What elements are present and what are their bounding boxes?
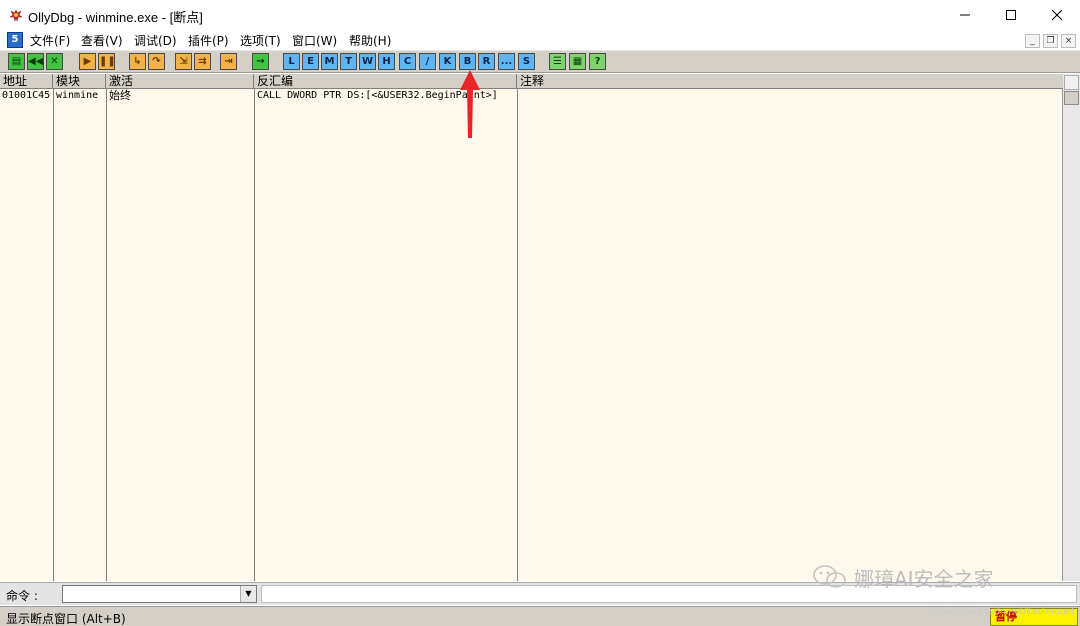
column-header-comment[interactable]: 注释 (517, 74, 1063, 89)
source-window-button[interactable]: S (518, 53, 535, 70)
wechat-icon (813, 565, 846, 588)
toolbar: ▤ ◀◀ ✕ ▶ ❚❚ ↳ ↷ ⇲ ⇉ ⇥ → L E M T W H C / … (0, 51, 1080, 73)
column-divider (517, 89, 518, 581)
trace-over-icon: ⇉ (198, 56, 207, 67)
open-button[interactable]: ▤ (8, 53, 25, 70)
column-divider (53, 89, 54, 581)
command-input[interactable]: ▼ (62, 585, 257, 603)
cpu-window-button[interactable]: C (399, 53, 416, 70)
maximize-button[interactable] (988, 0, 1034, 30)
references-window-button[interactable]: R (478, 53, 495, 70)
scroll-thumb[interactable] (1064, 91, 1079, 105)
step-over-icon: ↷ (152, 56, 161, 67)
menu-bar: 5 文件(F) 查看(V) 调试(D) 插件(P) 选项(T) 窗口(W) 帮助… (0, 30, 1080, 51)
restart-button[interactable]: ◀◀ (27, 53, 44, 70)
pause-button[interactable]: ❚❚ (98, 53, 115, 70)
column-header-active[interactable]: 激活 (106, 74, 254, 89)
menu-view[interactable]: 查看(V) (81, 32, 123, 49)
windows-window-button[interactable]: W (359, 53, 376, 70)
watermark: 娜璋AI安全之家 (812, 562, 994, 592)
column-divider (106, 89, 107, 581)
table-header: 地址 模块 激活 反汇编 注释 (0, 74, 1063, 89)
restore-icon: ❐ (1046, 36, 1055, 46)
threads-window-button[interactable]: T (340, 53, 357, 70)
command-dropdown-button[interactable]: ▼ (240, 586, 256, 602)
goto-button[interactable]: → (252, 53, 269, 70)
menu-plugins[interactable]: 插件(P) (188, 32, 229, 49)
close-program-button[interactable]: ✕ (46, 53, 63, 70)
annotation-arrow-icon (460, 70, 480, 138)
menu-file[interactable]: 文件(F) (30, 32, 70, 49)
menu-options[interactable]: 选项(T) (240, 32, 281, 49)
breakpoints-window-button[interactable]: B (459, 53, 476, 70)
watermark-text: 娜璋AI安全之家 (854, 566, 994, 591)
help-button[interactable]: ? (589, 53, 606, 70)
list-icon: ☰ (553, 56, 562, 67)
child-minimize-button[interactable]: _ (1025, 34, 1040, 48)
window-title: OllyDbg - winmine.exe - [断点] (28, 10, 203, 25)
minimize-icon (960, 14, 970, 16)
pause-icon: ❚❚ (99, 56, 115, 67)
scroll-up-button[interactable] (1064, 75, 1079, 90)
menu-window[interactable]: 窗口(W) (292, 32, 337, 49)
close-icon: ✕ (50, 56, 59, 67)
chevron-down-icon: ▼ (245, 589, 252, 598)
run-button[interactable]: ▶ (79, 53, 96, 70)
child-close-button[interactable]: × (1061, 34, 1076, 48)
status-bar: 显示断点窗口 (Alt+B) 暂停 (0, 606, 1080, 626)
cell-address[interactable]: 01001C45 (0, 90, 50, 102)
trace-into-icon: ⇲ (179, 56, 188, 67)
return-icon: ⇥ (224, 56, 233, 67)
vertical-scrollbar[interactable] (1063, 74, 1080, 581)
watermark-url: https://blog.csdn.net/Eastmount (930, 607, 1075, 617)
goto-icon: → (256, 56, 265, 67)
run-trace-window-button[interactable]: ... (498, 53, 515, 70)
grid-icon: ▦ (572, 56, 583, 67)
close-icon: × (1064, 36, 1073, 46)
column-divider (254, 89, 255, 581)
play-icon: ▶ (83, 56, 92, 67)
ollydbg-bug-icon (9, 9, 23, 22)
open-icon: ▤ (11, 56, 22, 67)
breakpoints-table: 地址 模块 激活 反汇编 注释 01001C45 winmine 始终 CALL… (0, 74, 1063, 581)
column-header-module[interactable]: 模块 (53, 74, 106, 89)
call-stack-window-button[interactable]: K (439, 53, 456, 70)
modules-window-button[interactable]: E (302, 53, 319, 70)
list-options-button[interactable]: ☰ (549, 53, 566, 70)
maximize-icon (1006, 10, 1016, 20)
minimize-button[interactable] (942, 0, 988, 30)
trace-over-button[interactable]: ⇉ (194, 53, 211, 70)
minimize-icon: _ (1030, 36, 1035, 46)
cell-active[interactable]: 始终 (107, 90, 131, 102)
step-into-icon: ↳ (133, 56, 142, 67)
cell-module[interactable]: winmine (54, 90, 98, 102)
command-label: 命令 : (6, 589, 38, 603)
mdi-child-icon[interactable]: 5 (7, 32, 23, 48)
rewind-icon: ◀◀ (28, 56, 44, 67)
column-header-address[interactable]: 地址 (0, 74, 53, 89)
close-button[interactable] (1034, 0, 1080, 30)
handles-window-button[interactable]: H (378, 53, 395, 70)
step-into-button[interactable]: ↳ (129, 53, 146, 70)
child-restore-button[interactable]: ❐ (1043, 34, 1058, 48)
patches-window-button[interactable]: / (419, 53, 436, 70)
trace-into-button[interactable]: ⇲ (175, 53, 192, 70)
status-message: 显示断点窗口 (Alt+B) (6, 612, 126, 626)
step-over-button[interactable]: ↷ (148, 53, 165, 70)
memory-window-button[interactable]: M (321, 53, 338, 70)
close-icon (1051, 9, 1063, 21)
execute-till-return-button[interactable]: ⇥ (220, 53, 237, 70)
log-window-button[interactable]: L (283, 53, 300, 70)
appearance-button[interactable]: ▦ (569, 53, 586, 70)
title-bar: OllyDbg - winmine.exe - [断点] (0, 0, 1080, 30)
menu-help[interactable]: 帮助(H) (349, 32, 391, 49)
menu-debug[interactable]: 调试(D) (134, 32, 177, 49)
